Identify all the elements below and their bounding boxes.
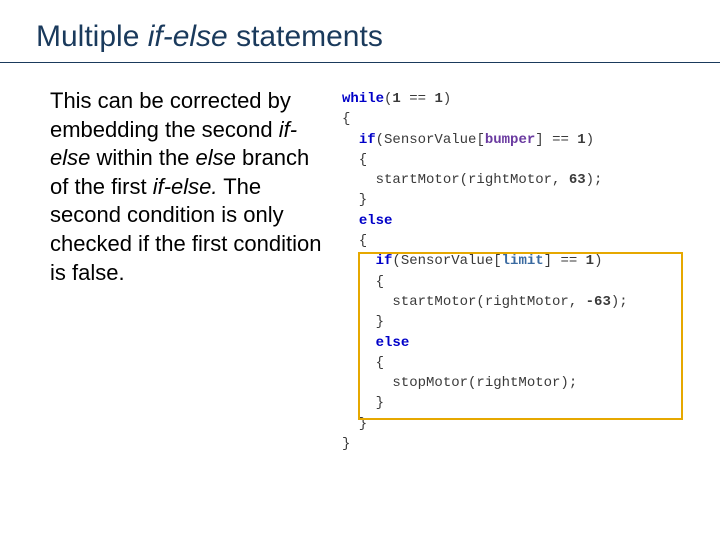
code-line: else — [342, 211, 690, 231]
code-line: else — [342, 333, 690, 353]
code-line: stopMotor(rightMotor); — [342, 373, 690, 393]
body-i3: if-else. — [153, 174, 218, 199]
code-line: } — [342, 312, 690, 332]
title-prefix: Multiple — [36, 20, 148, 53]
code-line: { — [342, 353, 690, 373]
code-line: { — [342, 150, 690, 170]
title-italic: if-else — [148, 20, 228, 53]
code-line: if(SensorValue[bumper] == 1) — [342, 130, 690, 150]
code-line: } — [342, 190, 690, 210]
code-line: if(SensorValue[limit] == 1) — [342, 251, 690, 271]
body-t2: within the — [90, 145, 195, 170]
code-line: { — [342, 272, 690, 292]
title-suffix: statements — [228, 20, 383, 53]
title-underline — [0, 62, 720, 63]
code-line: } — [342, 393, 690, 413]
body-i2: else — [196, 145, 236, 170]
code-line: } — [342, 434, 690, 454]
code-line: while(1 == 1) — [342, 89, 690, 109]
slide-title: Multiple if-else statements — [30, 20, 690, 54]
code-line: startMotor(rightMotor, 63); — [342, 170, 690, 190]
content-row: This can be corrected by embedding the s… — [30, 87, 690, 454]
code-line: { — [342, 109, 690, 129]
body-text: This can be corrected by embedding the s… — [50, 87, 330, 454]
slide: Multiple if-else statements This can be … — [0, 0, 720, 540]
code-line: { — [342, 231, 690, 251]
code-line: } — [342, 414, 690, 434]
body-t1: This can be corrected by embedding the s… — [50, 88, 291, 142]
code-line: startMotor(rightMotor, -63); — [342, 292, 690, 312]
code-block: while(1 == 1) { if(SensorValue[bumper] =… — [342, 87, 690, 454]
